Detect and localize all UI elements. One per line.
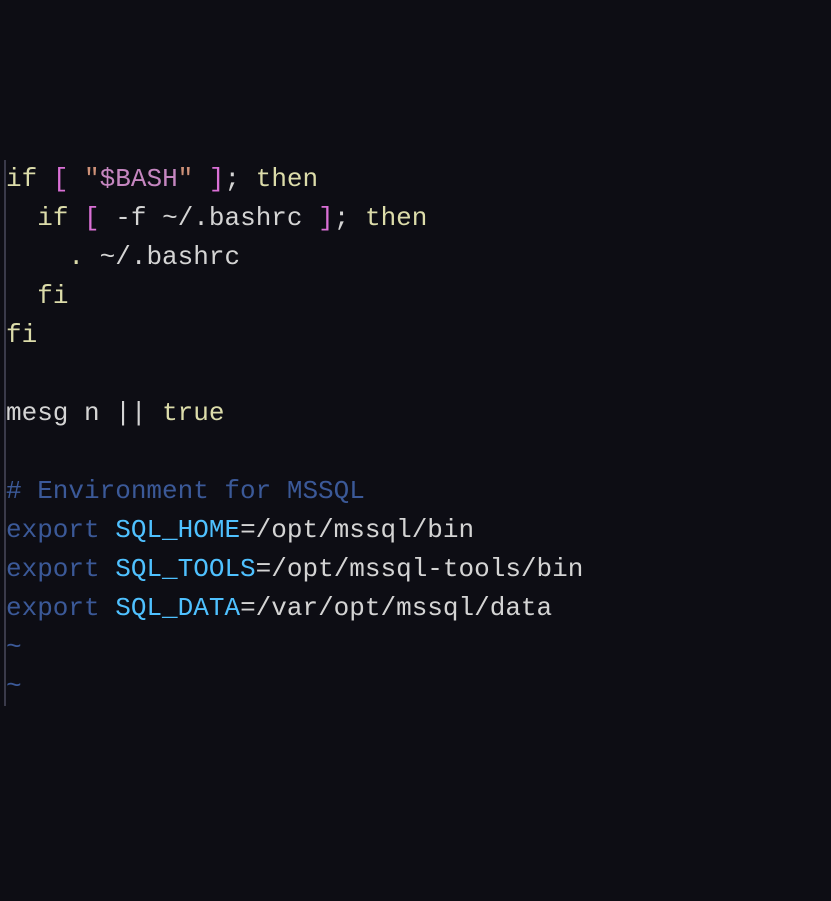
- path-value: /var/opt/mssql/data: [256, 593, 552, 623]
- keyword-export: export: [6, 593, 100, 623]
- bracket-close: ]: [209, 164, 225, 194]
- code-line-7: # Environment for MSSQL: [6, 476, 365, 506]
- keyword-fi: fi: [37, 281, 68, 311]
- keyword-then: then: [256, 164, 318, 194]
- semicolon: ;: [334, 203, 350, 233]
- quote: ": [84, 164, 100, 194]
- keyword-fi: fi: [6, 320, 37, 350]
- cmd-mesg: mesg: [6, 398, 68, 428]
- arg-n: n: [84, 398, 100, 428]
- path-value: /opt/mssql-tools/bin: [271, 554, 583, 584]
- code-line-4: fi: [6, 281, 68, 311]
- variable-bash: $BASH: [100, 164, 178, 194]
- path-value: /opt/mssql/bin: [256, 515, 474, 545]
- keyword-export: export: [6, 515, 100, 545]
- code-line-2: if [ -f ~/.bashrc ]; then: [6, 203, 427, 233]
- bracket-open: [: [84, 203, 100, 233]
- variable-sql-data: SQL_DATA: [115, 593, 240, 623]
- keyword-export: export: [6, 554, 100, 584]
- code-editor[interactable]: if [ "$BASH" ]; then if [ -f ~/.bashrc ]…: [4, 160, 827, 706]
- comment: # Environment for MSSQL: [6, 476, 365, 506]
- code-line-3: . ~/.bashrc: [6, 242, 240, 272]
- variable-sql-tools: SQL_TOOLS: [115, 554, 255, 584]
- flag: -f: [115, 203, 146, 233]
- quote: ": [178, 164, 194, 194]
- vim-empty-line: ~: [6, 671, 22, 701]
- source-dot: .: [68, 242, 84, 272]
- cmd-true: true: [162, 398, 224, 428]
- code-line-1: if [ "$BASH" ]; then: [6, 164, 318, 194]
- bracket-close: ]: [318, 203, 334, 233]
- code-line-6: mesg n || true: [6, 398, 225, 428]
- path: ~/.bashrc: [100, 242, 240, 272]
- keyword-if: if: [37, 203, 68, 233]
- code-line-5: fi: [6, 320, 37, 350]
- code-line-8: export SQL_HOME=/opt/mssql/bin: [6, 515, 474, 545]
- equals: =: [240, 515, 256, 545]
- keyword-then: then: [365, 203, 427, 233]
- code-line-10: export SQL_DATA=/var/opt/mssql/data: [6, 593, 552, 623]
- bracket-open: [: [53, 164, 69, 194]
- semicolon: ;: [225, 164, 241, 194]
- variable-sql-home: SQL_HOME: [115, 515, 240, 545]
- vim-empty-line: ~: [6, 632, 22, 662]
- equals: =: [240, 593, 256, 623]
- pipes: ||: [115, 398, 146, 428]
- code-line-9: export SQL_TOOLS=/opt/mssql-tools/bin: [6, 554, 583, 584]
- equals: =: [256, 554, 272, 584]
- path: ~/.bashrc: [162, 203, 302, 233]
- keyword-if: if: [6, 164, 37, 194]
